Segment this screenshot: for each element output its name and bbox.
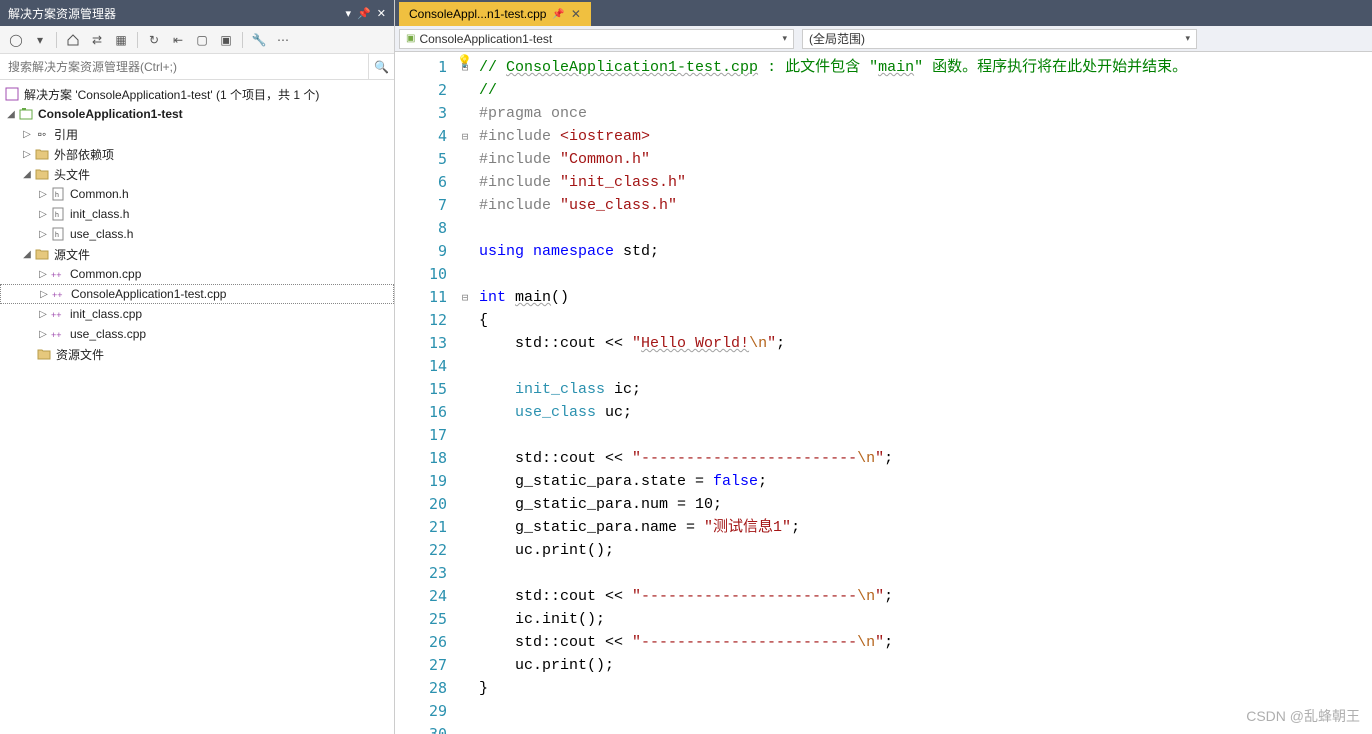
search-icon[interactable]: 🔍 [368, 54, 394, 80]
search-input[interactable] [0, 60, 368, 74]
collapse-icon[interactable]: ⇤ [168, 30, 188, 50]
folder-icon [34, 246, 50, 262]
references-icon: ▫◦ [34, 126, 50, 142]
pin-icon[interactable]: 📌 [552, 9, 564, 20]
cpp-file-icon: ++ [50, 326, 66, 342]
cpp-file-icon: ++ [50, 306, 66, 322]
panel-header: 解决方案资源管理器 ▾ 📌 ✕ [0, 0, 394, 26]
folder-icon [34, 166, 50, 182]
navigation-bar: ▣ ConsoleApplication1-test ▾ (全局范围) ▾ [395, 26, 1372, 52]
forward-icon[interactable]: ▾ [30, 30, 50, 50]
panel-close-icon[interactable]: ✕ [377, 7, 386, 20]
more-icon[interactable]: ⋯ [273, 30, 293, 50]
expander-icon[interactable]: ▷ [36, 229, 50, 240]
tab-label: ConsoleAppl...n1-test.cpp [409, 7, 546, 21]
panel-pin-icon[interactable]: 📌 [357, 7, 371, 20]
close-icon[interactable]: ✕ [571, 7, 581, 21]
cpp-file-icon: ++ [50, 266, 66, 282]
solution-tree: 解决方案 'ConsoleApplication1-test' (1 个项目，共… [0, 80, 394, 734]
lightbulb-icon[interactable]: 💡 [457, 54, 472, 68]
project-icon [18, 106, 34, 122]
tree-project[interactable]: ◢ConsoleApplication1-test [0, 104, 394, 124]
expander-icon[interactable]: ▷ [36, 309, 50, 320]
dropdown-label: ConsoleApplication1-test [419, 32, 552, 46]
expander-icon[interactable]: ▷ [37, 289, 51, 300]
h-file-icon: h [50, 226, 66, 242]
expander-icon[interactable]: ▷ [36, 329, 50, 340]
svg-text:++: ++ [51, 310, 62, 320]
expander-icon[interactable]: ◢ [20, 169, 34, 180]
project-icon: ▣ [406, 33, 415, 44]
expander-icon[interactable]: ◢ [20, 249, 34, 260]
panel-dropdown-icon[interactable]: ▾ [346, 7, 352, 20]
svg-text:++: ++ [51, 330, 62, 340]
svg-text:h: h [55, 192, 59, 199]
svg-text:++: ++ [52, 290, 63, 300]
svg-text:h: h [55, 212, 59, 219]
editor-panel: ConsoleAppl...n1-test.cpp 📌 ✕ ▣ ConsoleA… [395, 0, 1372, 734]
expander-icon[interactable]: ▷ [36, 269, 50, 280]
code-editor[interactable]: 💡 12345678910111213141516171819202122232… [395, 52, 1372, 734]
h-file-icon: h [50, 206, 66, 222]
solution-icon [4, 86, 20, 102]
tree-sources-folder[interactable]: ◢源文件 [0, 244, 394, 264]
tree-source-file[interactable]: ▷++Common.cpp [0, 264, 394, 284]
tree-references[interactable]: ▷▫◦引用 [0, 124, 394, 144]
tree-headers-folder[interactable]: ◢头文件 [0, 164, 394, 184]
folder-icon [36, 346, 52, 362]
tree-resources-folder[interactable]: 资源文件 [0, 344, 394, 364]
panel-title: 解决方案资源管理器 [8, 5, 340, 22]
tree-source-file[interactable]: ▷++use_class.cpp [0, 324, 394, 344]
expander-icon[interactable]: ▷ [20, 149, 34, 160]
svg-text:++: ++ [51, 270, 62, 280]
search-row: 🔍 [0, 54, 394, 80]
expand-icon[interactable]: ▢ [192, 30, 212, 50]
tree-header-file[interactable]: ▷hinit_class.h [0, 204, 394, 224]
tree-header-file[interactable]: ▷hCommon.h [0, 184, 394, 204]
view-icon[interactable]: ▣ [216, 30, 236, 50]
properties-icon[interactable]: 🔧 [249, 30, 269, 50]
line-number-gutter: 1234567891011121314151617181920212223242… [395, 52, 455, 734]
tree-source-file[interactable]: ▷++init_class.cpp [0, 304, 394, 324]
watermark: CSDN @乱蜂朝王 [1246, 706, 1360, 726]
editor-tab-active[interactable]: ConsoleAppl...n1-test.cpp 📌 ✕ [399, 2, 591, 26]
h-file-icon: h [50, 186, 66, 202]
solution-explorer-panel: 解决方案资源管理器 ▾ 📌 ✕ ◯ ▾ ⇄ ▦ ↻ ⇤ ▢ ▣ 🔧 ⋯ 🔍 解决… [0, 0, 395, 734]
refresh-icon[interactable]: ↻ [144, 30, 164, 50]
tree-header-file[interactable]: ▷huse_class.h [0, 224, 394, 244]
chevron-down-icon: ▾ [1185, 33, 1190, 44]
back-icon[interactable]: ◯ [6, 30, 26, 50]
code-content[interactable]: // ConsoleApplication1-test.cpp : 此文件包含 … [475, 52, 1372, 734]
expander-icon[interactable]: ▷ [36, 189, 50, 200]
tree-external[interactable]: ▷外部依赖项 [0, 144, 394, 164]
expander-icon[interactable]: ▷ [36, 209, 50, 220]
expander-icon[interactable]: ◢ [4, 109, 18, 120]
chevron-down-icon: ▾ [782, 33, 787, 44]
cpp-file-icon: ++ [51, 286, 67, 302]
show-all-icon[interactable]: ▦ [111, 30, 131, 50]
dropdown-label: (全局范围) [809, 30, 865, 47]
tab-bar: ConsoleAppl...n1-test.cpp 📌 ✕ [395, 0, 1372, 26]
svg-text:h: h [55, 232, 59, 239]
home-icon[interactable] [63, 30, 83, 50]
expander-icon[interactable]: ▷ [20, 129, 34, 140]
scope-dropdown[interactable]: (全局范围) ▾ [802, 29, 1197, 49]
tree-source-file[interactable]: ▷++ConsoleApplication1-test.cpp [0, 284, 394, 304]
sync-icon[interactable]: ⇄ [87, 30, 107, 50]
folder-icon [34, 146, 50, 162]
tree-solution[interactable]: 解决方案 'ConsoleApplication1-test' (1 个项目，共… [0, 84, 394, 104]
fold-column[interactable]: ⊟⊟⊟ [455, 52, 475, 734]
solution-toolbar: ◯ ▾ ⇄ ▦ ↻ ⇤ ▢ ▣ 🔧 ⋯ [0, 26, 394, 54]
project-dropdown[interactable]: ▣ ConsoleApplication1-test ▾ [399, 29, 794, 49]
